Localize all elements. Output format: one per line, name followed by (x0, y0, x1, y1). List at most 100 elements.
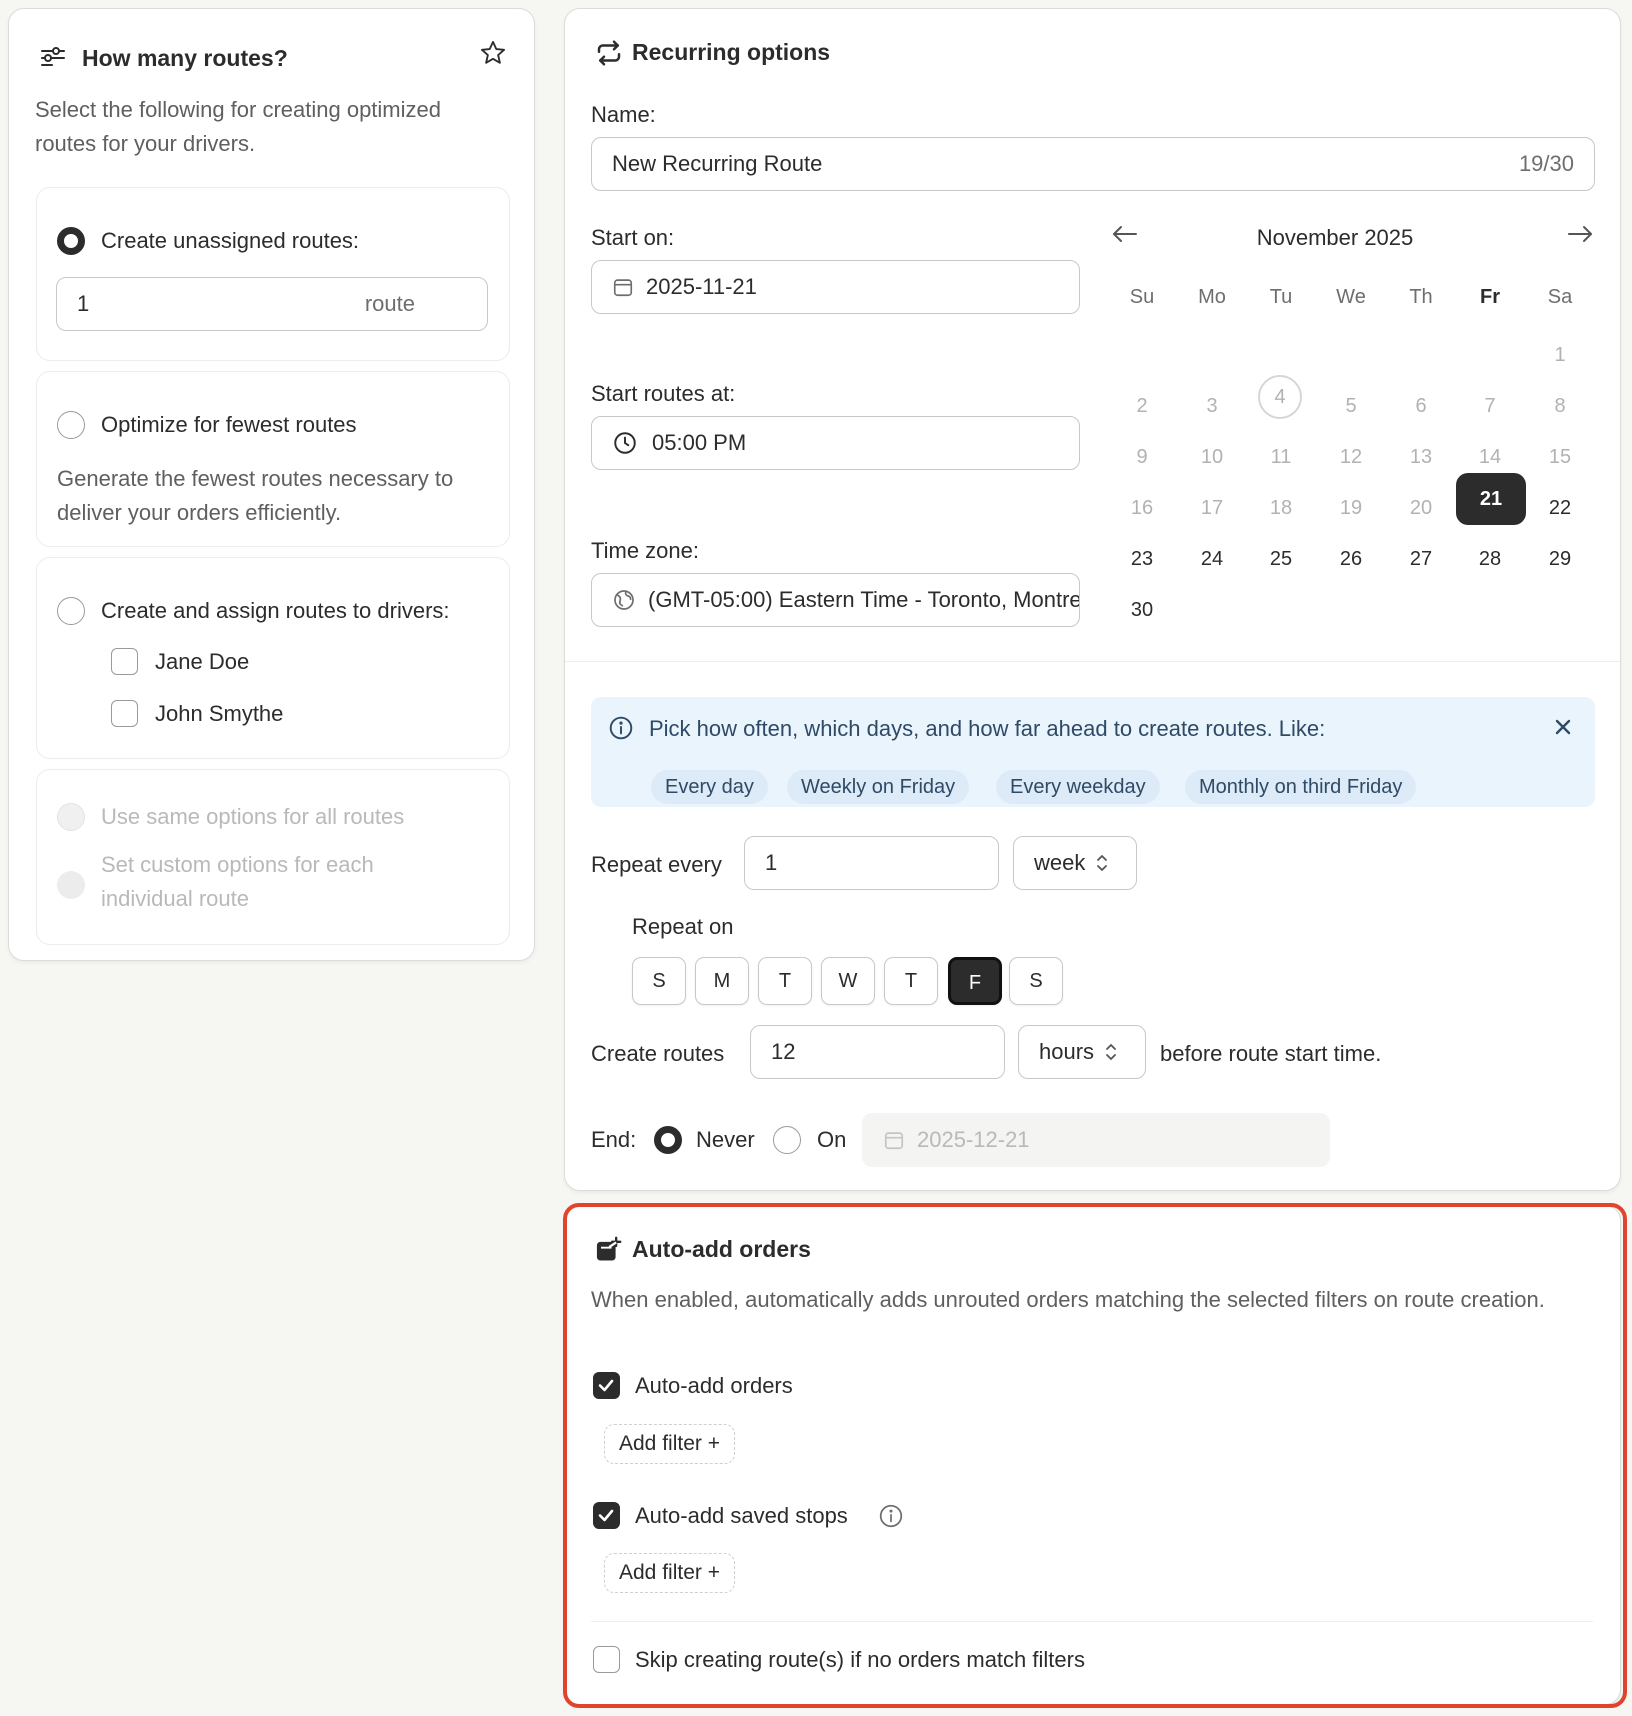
lead-time-input[interactable]: 12 (750, 1025, 1005, 1079)
fewest-radio[interactable] (57, 411, 85, 439)
calendar-day: 12 (1339, 446, 1363, 468)
start-at-label: Start routes at: (591, 381, 736, 406)
day-toggle-sunday[interactable]: S (632, 957, 686, 1005)
fewest-label: Optimize for fewest routes (101, 412, 357, 437)
auto-add-stops-label: Auto-add saved stops (635, 1503, 848, 1528)
section-divider (591, 1621, 1593, 1622)
create-routes-suffix: before route start time. (1160, 1041, 1382, 1066)
example-chip[interactable]: Every weekday (996, 770, 1160, 804)
calendar-icon (612, 276, 634, 298)
route-count-value: 1 (77, 291, 90, 316)
example-chip[interactable]: Monthly on third Friday (1185, 770, 1417, 804)
timezone-select[interactable]: (GMT-05:00) Eastern Time - Toronto, Mont… (591, 573, 1080, 627)
calendar-day[interactable]: 30 (1115, 590, 1169, 630)
calendar-day: 18 (1269, 497, 1293, 519)
calendar-day: 15 (1548, 446, 1572, 468)
auto-add-title: Auto-add orders (632, 1236, 811, 1262)
repeat-interval-input[interactable]: 1 (744, 836, 999, 890)
add-filter-orders-button[interactable]: Add filter + (604, 1424, 735, 1464)
end-date-input[interactable]: 2025-12-21 (862, 1113, 1330, 1167)
assign-drivers-option[interactable]: Create and assign routes to drivers: Jan… (36, 557, 510, 759)
chevron-updown-icon (1095, 852, 1109, 874)
calendar-day: 5 (1345, 395, 1357, 417)
route-unit: route (364, 291, 415, 316)
day-toggle-tuesday[interactable]: T (758, 957, 812, 1005)
globe-icon (612, 588, 636, 612)
end-date-value: 2025-12-21 (917, 1127, 1030, 1152)
same-options-radio[interactable] (57, 803, 85, 831)
skip-empty-routes-checkbox[interactable] (593, 1646, 620, 1673)
weekday-header: Tu (1269, 286, 1293, 308)
weekday-header: Fr (1480, 286, 1500, 308)
day-toggle-saturday[interactable]: S (1009, 957, 1063, 1005)
unassigned-routes-option[interactable]: Create unassigned routes: 1 route (36, 187, 510, 361)
repeat-interval-value: 1 (765, 850, 778, 875)
start-time-input[interactable]: 05:00 PM (591, 416, 1080, 470)
section-divider (565, 661, 1620, 662)
timezone-label: Time zone: (591, 538, 700, 563)
auto-add-orders-checkbox[interactable] (593, 1372, 620, 1399)
repeat-every-label: Repeat every (591, 852, 722, 877)
calendar-day[interactable]: 28 (1463, 539, 1517, 579)
routes-count-title: How many routes? (82, 45, 288, 71)
calendar-day[interactable]: 29 (1533, 539, 1587, 579)
lead-time-value: 12 (771, 1039, 796, 1064)
next-month-arrow-icon[interactable] (1566, 223, 1594, 245)
day-toggle-friday[interactable]: F (948, 957, 1002, 1005)
example-chip[interactable]: Weekly on Friday (787, 770, 970, 804)
end-on-label: On (817, 1127, 847, 1152)
check-icon (598, 1509, 614, 1522)
end-never-radio[interactable] (654, 1126, 682, 1154)
calendar-day[interactable]: 27 (1394, 539, 1448, 579)
recurring-options-card: Recurring options Name: New Recurring Ro… (564, 8, 1621, 1191)
driver-checkbox-john[interactable] (111, 700, 138, 727)
route-name-input[interactable]: New Recurring Route 19/30 (591, 137, 1595, 191)
calendar-day: 17 (1200, 497, 1224, 519)
star-icon[interactable] (479, 39, 507, 67)
assign-radio[interactable] (57, 597, 85, 625)
calendar-day[interactable]: 22 (1533, 488, 1587, 528)
routes-count-subtitle: Select the following for creating optimi… (35, 97, 441, 156)
route-count-input[interactable]: 1 route (56, 277, 488, 331)
add-filter-stops-button[interactable]: Add filter + (604, 1553, 735, 1593)
info-text: Pick how often, which days, and how far … (649, 716, 1326, 741)
repeat-unit-select[interactable]: week (1013, 836, 1137, 890)
calendar-day: 9 (1136, 446, 1148, 468)
lead-time-unit-select[interactable]: hours (1018, 1025, 1146, 1079)
repeat-icon (594, 38, 624, 68)
start-date-input[interactable]: 2025-11-21 (591, 260, 1080, 314)
driver-name-jane: Jane Doe (155, 649, 250, 674)
routes-count-card: How many routes? Select the following fo… (8, 8, 535, 961)
calendar-icon (883, 1129, 905, 1151)
clock-icon (612, 430, 638, 456)
assign-label: Create and assign routes to drivers: (101, 598, 450, 623)
example-chip[interactable]: Every day (651, 770, 768, 804)
calendar-day[interactable]: 26 (1324, 539, 1378, 579)
calendar-day[interactable]: 25 (1254, 539, 1308, 579)
auto-add-orders-label: Auto-add orders (635, 1373, 793, 1398)
end-on-radio[interactable] (773, 1126, 801, 1154)
day-toggle-wednesday[interactable]: W (821, 957, 875, 1005)
weekday-header: Su (1129, 286, 1155, 308)
calendar-day: 1 (1554, 344, 1566, 366)
fewest-routes-option[interactable]: Optimize for fewest routes Generate the … (36, 371, 510, 547)
weekday-header: Sa (1547, 286, 1573, 308)
calendar-month-title: November 2025 (1256, 225, 1414, 250)
custom-options-label: Set custom options for each individual r… (101, 852, 374, 911)
close-icon[interactable] (1553, 717, 1573, 737)
calendar-day[interactable]: 24 (1185, 539, 1239, 579)
unassigned-label: Create unassigned routes: (101, 228, 360, 253)
calendar-day[interactable]: 23 (1115, 539, 1169, 579)
prev-month-arrow-icon[interactable] (1111, 223, 1139, 245)
calendar-day: 14 (1478, 446, 1502, 468)
custom-options-radio[interactable] (57, 871, 85, 899)
info-icon[interactable] (878, 1503, 904, 1529)
day-toggle-monday[interactable]: M (695, 957, 749, 1005)
day-toggle-thursday[interactable]: T (884, 957, 938, 1005)
auto-add-stops-checkbox[interactable] (593, 1502, 620, 1529)
skip-empty-routes-label: Skip creating route(s) if no orders matc… (635, 1647, 1085, 1672)
driver-checkbox-jane[interactable] (111, 648, 138, 675)
calendar-day-selected[interactable]: 21 (1456, 473, 1526, 525)
repeat-on-label: Repeat on (632, 914, 734, 939)
unassigned-radio[interactable] (57, 227, 85, 255)
